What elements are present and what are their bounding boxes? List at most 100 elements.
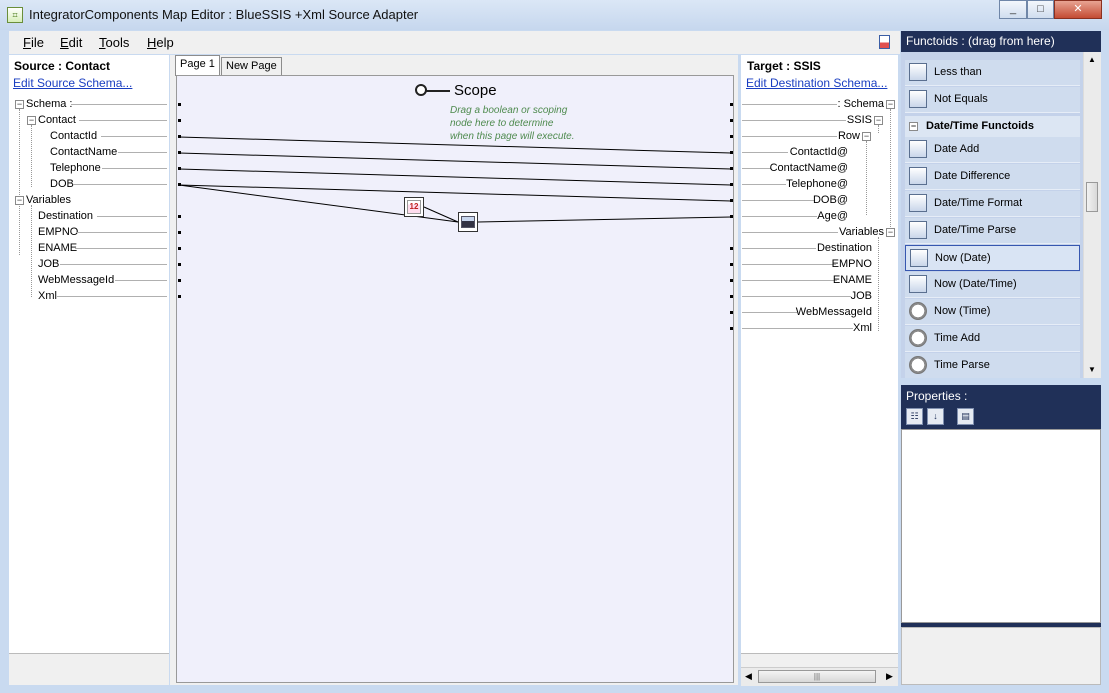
target-node-schema[interactable]: : Schema xyxy=(838,98,884,111)
connector-line xyxy=(742,232,838,233)
properties-title: Properties : xyxy=(906,389,968,403)
functoid-datetime-format[interactable]: Date/Time Format xyxy=(905,191,1080,217)
functoid-date-difference[interactable]: Date Difference xyxy=(905,164,1080,190)
target-node-ssis[interactable]: SSIS xyxy=(847,114,872,127)
target-anchor[interactable] xyxy=(730,167,733,170)
target-variables-collapse-icon[interactable]: − xyxy=(886,228,895,237)
target-node-xml[interactable]: Xml xyxy=(853,322,872,335)
target-node-row[interactable]: Row xyxy=(838,130,860,143)
connector-line xyxy=(742,280,837,281)
functoid-not-equals[interactable]: Not Equals xyxy=(905,87,1080,113)
target-node-contactname[interactable]: ContactName@ xyxy=(770,162,848,175)
source-anchor[interactable] xyxy=(178,103,181,106)
functoid-less-than[interactable]: Less than xyxy=(905,60,1080,86)
date-add-icon xyxy=(909,140,927,158)
datetime-format-icon xyxy=(909,194,927,212)
date-difference-icon xyxy=(461,216,475,228)
scroll-left-icon[interactable]: ◀ xyxy=(745,671,752,682)
properties-description xyxy=(901,627,1101,685)
source-anchor[interactable] xyxy=(178,135,181,138)
target-anchor[interactable] xyxy=(730,327,733,330)
properties-grid[interactable] xyxy=(901,429,1101,623)
datetime-functoids-group[interactable]: − Date/Time Functoids xyxy=(905,116,1080,137)
target-anchor[interactable] xyxy=(730,311,733,314)
target-anchor[interactable] xyxy=(730,119,733,122)
source-anchor[interactable] xyxy=(178,215,181,218)
target-node-webmessageid[interactable]: WebMessageId xyxy=(796,306,872,319)
clock-parse-icon xyxy=(909,356,927,374)
functoids-header: Functoids : (drag from here) xyxy=(901,31,1101,52)
link-dob xyxy=(178,184,732,202)
target-node-ename[interactable]: ENAME xyxy=(833,274,872,287)
property-pages-icon[interactable]: ▤ xyxy=(957,408,974,425)
source-anchor[interactable] xyxy=(178,263,181,266)
scroll-right-icon[interactable]: ▶ xyxy=(886,671,893,682)
functoid-date-add[interactable]: Date Add xyxy=(905,137,1080,163)
target-schema-collapse-icon[interactable]: − xyxy=(886,100,895,109)
source-anchor[interactable] xyxy=(178,247,181,250)
source-anchor[interactable] xyxy=(178,231,181,234)
functoid-datetime-parse[interactable]: Date/Time Parse xyxy=(905,218,1080,244)
target-hscrollbar[interactable]: ◀ ||| ▶ xyxy=(741,667,898,686)
not-equals-icon xyxy=(909,90,927,108)
scroll-up-icon[interactable]: ▲ xyxy=(1088,55,1096,64)
target-anchor[interactable] xyxy=(730,247,733,250)
connector-line xyxy=(742,200,815,201)
target-title: Target : SSIS xyxy=(747,59,821,73)
functoid-now-date[interactable]: Now (Date) xyxy=(905,245,1080,271)
target-anchor[interactable] xyxy=(730,151,733,154)
ssis-collapse-icon[interactable]: − xyxy=(874,116,883,125)
target-node-job[interactable]: JOB xyxy=(851,290,872,303)
target-node-contactid[interactable]: ContactId@ xyxy=(790,146,848,159)
target-anchor[interactable] xyxy=(730,215,733,218)
source-anchor[interactable] xyxy=(178,295,181,298)
tree-guide xyxy=(890,109,891,231)
source-anchor[interactable] xyxy=(178,167,181,170)
target-anchor[interactable] xyxy=(730,279,733,282)
calendar-icon: 12 xyxy=(407,200,421,214)
target-anchor[interactable] xyxy=(730,199,733,202)
source-anchor[interactable] xyxy=(178,119,181,122)
link-contactid xyxy=(178,136,732,154)
link-contactname xyxy=(178,152,732,170)
target-anchor[interactable] xyxy=(730,135,733,138)
functoid-now-time[interactable]: Now (Time) xyxy=(905,299,1080,325)
target-hscroll-thumb[interactable]: ||| xyxy=(758,670,876,683)
target-anchor[interactable] xyxy=(730,295,733,298)
alphabetical-sort-icon[interactable]: ↓ xyxy=(927,408,944,425)
target-node-age[interactable]: Age@ xyxy=(817,210,848,223)
group-collapse-icon[interactable]: − xyxy=(909,122,918,131)
tree-guide xyxy=(878,125,879,133)
target-panel: Target : SSIS Edit Destination Schema...… xyxy=(741,55,898,653)
row-collapse-icon[interactable]: − xyxy=(862,132,871,141)
connector-line xyxy=(742,216,817,217)
functoids-vscrollbar[interactable]: ▲ ▼ xyxy=(1083,52,1101,378)
categorized-view-icon[interactable]: ☷ xyxy=(906,408,923,425)
scroll-down-icon[interactable]: ▼ xyxy=(1088,365,1096,374)
source-anchor[interactable] xyxy=(178,183,181,186)
source-anchor[interactable] xyxy=(178,151,181,154)
date-difference-icon xyxy=(909,167,927,185)
target-footer xyxy=(741,653,898,667)
functoid-time-add[interactable]: Time Add xyxy=(905,326,1080,352)
connector-line xyxy=(742,312,797,313)
target-node-telephone[interactable]: Telephone@ xyxy=(786,178,848,191)
now-date-functoid[interactable]: 12 xyxy=(404,197,424,217)
target-anchor[interactable] xyxy=(730,183,733,186)
target-node-destination[interactable]: Destination xyxy=(817,242,872,255)
target-node-dob[interactable]: DOB@ xyxy=(813,194,848,207)
functoid-now-datetime[interactable]: Now (Date/Time) xyxy=(905,272,1080,298)
link-functoid-to-age xyxy=(477,216,732,223)
target-anchor[interactable] xyxy=(730,263,733,266)
functoid-time-parse[interactable]: Time Parse xyxy=(905,353,1080,378)
clock-icon xyxy=(909,302,927,320)
datetime-parse-icon xyxy=(909,221,927,239)
target-node-empno[interactable]: EMPNO xyxy=(832,258,872,271)
tree-guide xyxy=(866,141,867,215)
target-anchor[interactable] xyxy=(730,103,733,106)
source-anchor[interactable] xyxy=(178,279,181,282)
functoids-vscroll-thumb[interactable] xyxy=(1086,182,1098,212)
link-telephone xyxy=(178,168,732,186)
edit-destination-schema-link[interactable]: Edit Destination Schema... xyxy=(746,76,887,90)
date-difference-functoid[interactable] xyxy=(458,212,478,232)
